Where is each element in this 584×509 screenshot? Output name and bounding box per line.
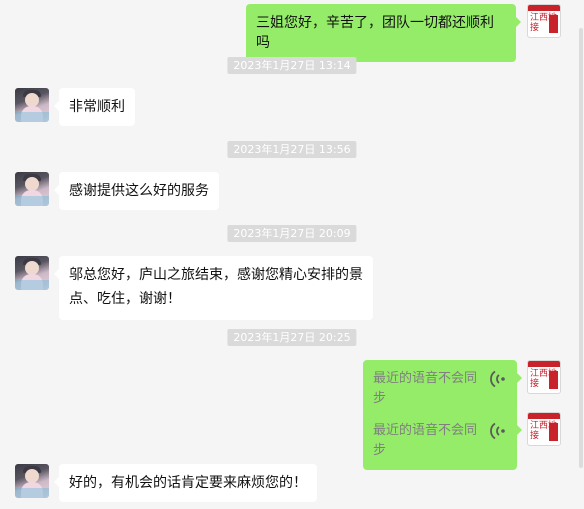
message-bubble-incoming[interactable]: 感谢提供这么好的服务 [54, 172, 219, 210]
timestamp: 2023年1月27日 13:56 [227, 141, 357, 158]
message-text: 好的，有机会的话肯定要来麻烦您的！ [69, 475, 307, 491]
message-text-line: 邬总您好，庐山之旅结束，感谢您精心安排的景 [69, 267, 363, 283]
timestamp: 2023年1月27日 20:09 [227, 225, 357, 242]
message-bubble-incoming[interactable]: 邬总您好，庐山之旅结束，感谢您精心安排的景 点、吃住，谢谢！ [54, 256, 373, 320]
chat-window: 三姐您好，辛苦了，团队一切都还顺利吗 江西地接 2023年1月27日 13:14… [0, 0, 584, 509]
avatar-logo-text: 江西地接 [530, 13, 558, 33]
friend-avatar[interactable] [15, 172, 49, 206]
friend-avatar[interactable] [15, 256, 49, 290]
voice-message-text: 最近的语音不会同步 [373, 423, 478, 458]
voice-wave-icon [490, 422, 505, 440]
self-avatar[interactable]: 江西地接 [527, 4, 561, 38]
voice-message-bubble[interactable]: 最近的语音不会同步 [363, 412, 522, 470]
timestamp: 2023年1月27日 13:14 [227, 57, 357, 74]
message-bubble-incoming[interactable]: 好的，有机会的话肯定要来麻烦您的！ [54, 464, 317, 502]
message-bubble-outgoing[interactable]: 三姐您好，辛苦了，团队一切都还顺利吗 [246, 4, 521, 62]
friend-avatar[interactable] [15, 464, 49, 498]
avatar-logo-text: 江西地接 [530, 369, 558, 389]
chat-scrollbar[interactable] [578, 0, 584, 509]
message-bubble-incoming[interactable]: 非常顺利 [54, 88, 135, 126]
timestamp: 2023年1月27日 20:25 [227, 329, 357, 346]
message-text: 非常顺利 [69, 99, 125, 115]
message-text: 感谢提供这么好的服务 [69, 183, 209, 199]
scrollbar-thumb[interactable] [579, 28, 583, 468]
message-text-line: 点、吃住，谢谢！ [69, 291, 181, 307]
message-text: 三姐您好，辛苦了，团队一切都还顺利吗 [256, 15, 494, 51]
self-avatar[interactable]: 江西地接 [527, 412, 561, 446]
friend-avatar[interactable] [15, 88, 49, 122]
self-avatar[interactable]: 江西地接 [527, 360, 561, 394]
avatar-logo-text: 江西地接 [530, 421, 558, 441]
voice-message-bubble[interactable]: 最近的语音不会同步 [363, 360, 522, 418]
voice-wave-icon [490, 370, 505, 388]
voice-message-text: 最近的语音不会同步 [373, 371, 478, 406]
